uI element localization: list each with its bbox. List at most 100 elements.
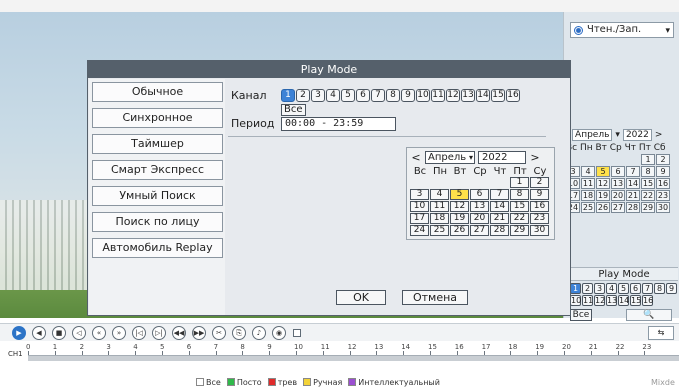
side-calendar-day-6[interactable]: 6 [611,166,625,177]
prev-icon[interactable]: ◀ [32,326,46,340]
side-channel-3[interactable]: 3 [594,283,605,294]
side-calendar-day-13[interactable]: 13 [611,178,625,189]
calendar-day-4[interactable]: 4 [430,189,449,200]
channel-6-button[interactable]: 6 [356,89,370,102]
period-input[interactable]: 00:00 - 23:59 [281,117,396,131]
calendar-day-18[interactable]: 18 [430,213,449,224]
calendar-day-25[interactable]: 25 [430,225,449,236]
side-calendar-year[interactable]: 2022 [622,129,652,141]
chevron-down-icon[interactable]: ▾ [665,24,670,38]
slow-icon[interactable]: « [92,326,106,340]
calendar-day-15[interactable]: 15 [510,201,529,212]
calendar-day-24[interactable]: 24 [410,225,429,236]
stop-icon[interactable]: ■ [52,326,66,340]
side-calendar-day-28[interactable]: 28 [626,202,640,213]
side-calendar-month[interactable]: Апрель [572,129,613,141]
calendar-day-7[interactable]: 7 [490,189,509,200]
channel-4-button[interactable]: 4 [326,89,340,102]
calendar-year-input[interactable]: 2022 [478,151,526,164]
side-calendar-day-22[interactable]: 22 [641,190,655,201]
mode-timeshare[interactable]: Таймшер [92,134,223,154]
calendar-day-2[interactable]: 2 [530,177,549,188]
calendar-day-27[interactable]: 27 [470,225,489,236]
calendar-day-5[interactable]: 5 [450,189,469,200]
side-channel-14[interactable]: 14 [618,295,629,306]
snapshot-icon[interactable]: ◉ [272,326,286,340]
side-channel-5[interactable]: 5 [618,283,629,294]
side-all-channels-button[interactable]: Все [570,309,592,321]
side-calendar-day-18[interactable]: 18 [581,190,595,201]
side-channel-10[interactable]: 10 [570,295,581,306]
skip-forward-icon[interactable]: ▶▶ [192,326,206,340]
side-calendar-day-27[interactable]: 27 [611,202,625,213]
calendar-prev-button[interactable]: < [410,151,422,164]
side-calendar-day-4[interactable]: 4 [581,166,595,177]
side-channel-13[interactable]: 13 [606,295,617,306]
calendar-day-14[interactable]: 14 [490,201,509,212]
side-search-button[interactable]: 🔍 [626,309,672,321]
calendar-day-1[interactable]: 1 [510,177,529,188]
calendar-day-10[interactable]: 10 [410,201,429,212]
channel-15-button[interactable]: 15 [491,89,505,102]
calendar-next-icon[interactable]: > [655,130,663,140]
timeline-track[interactable] [28,355,679,361]
channel-13-button[interactable]: 13 [461,89,475,102]
mode-smart-search[interactable]: Умный Поиск [92,186,223,206]
side-calendar-day-14[interactable]: 14 [626,178,640,189]
audio-icon[interactable]: ♪ [252,326,266,340]
side-channel-6[interactable]: 6 [630,283,641,294]
timeline[interactable]: CH1 0 1 2 3 4 5 6 7 8 9 10 11 12 13 14 15 16 17 18 19 20 21 22… [0,342,679,368]
mode-normal[interactable]: Обычное [92,82,223,102]
calendar-next-button[interactable]: > [529,151,541,164]
calendar-day-26[interactable]: 26 [450,225,469,236]
toolbar-switch-button[interactable]: ⇆ [648,326,674,340]
side-calendar-day-11[interactable]: 11 [581,178,595,189]
side-calendar-day-2[interactable]: 2 [656,154,670,165]
side-calendar-day-7[interactable]: 7 [626,166,640,177]
calendar-day-23[interactable]: 23 [530,213,549,224]
side-channel-7[interactable]: 7 [642,283,653,294]
side-calendar-day-16[interactable]: 16 [656,178,670,189]
side-calendar-day-21[interactable]: 21 [626,190,640,201]
channel-1-button[interactable]: 1 [281,89,295,102]
backup-icon[interactable]: ⎘ [232,326,246,340]
channel-3-button[interactable]: 3 [311,89,325,102]
calendar-day-30[interactable]: 30 [530,225,549,236]
reverse-icon[interactable]: ◁ [72,326,86,340]
chevron-down-icon[interactable]: ▾ [615,130,620,140]
side-channel-12[interactable]: 12 [594,295,605,306]
mode-smart-express[interactable]: Смарт Экспресс [92,160,223,180]
record-type-select[interactable]: Чтен./Зап. ▾ [570,22,674,38]
calendar-day-29[interactable]: 29 [510,225,529,236]
calendar-day-11[interactable]: 11 [430,201,449,212]
side-calendar-day-12[interactable]: 12 [596,178,610,189]
channel-12-button[interactable]: 12 [446,89,460,102]
channel-10-button[interactable]: 10 [416,89,430,102]
calendar-day-13[interactable]: 13 [470,201,489,212]
calendar-day-12[interactable]: 12 [450,201,469,212]
side-channel-16[interactable]: 16 [642,295,653,306]
side-calendar-day-30[interactable]: 30 [656,202,670,213]
channel-16-button[interactable]: 16 [506,89,520,102]
side-calendar-day-5[interactable]: 5 [596,166,610,177]
side-calendar-day-23[interactable]: 23 [656,190,670,201]
side-channel-9[interactable]: 9 [666,283,677,294]
calendar-day-19[interactable]: 19 [450,213,469,224]
skip-back-icon[interactable]: ◀◀ [172,326,186,340]
side-channel-1[interactable]: 1 [570,283,581,294]
side-calendar-day-29[interactable]: 29 [641,202,655,213]
channel-11-button[interactable]: 11 [431,89,445,102]
calendar-day-21[interactable]: 21 [490,213,509,224]
calendar-day-16[interactable]: 16 [530,201,549,212]
side-channel-11[interactable]: 11 [582,295,593,306]
mode-vehicle-replay[interactable]: Автомобиль Replay [92,238,223,258]
fast-icon[interactable]: » [112,326,126,340]
channel-2-button[interactable]: 2 [296,89,310,102]
calendar-day-6[interactable]: 6 [470,189,489,200]
radio-icon[interactable] [574,26,583,35]
side-calendar-day-26[interactable]: 26 [596,202,610,213]
channel-8-button[interactable]: 8 [386,89,400,102]
calendar-month-select[interactable]: Апрель ▾ [425,151,475,164]
cancel-button[interactable]: Отмена [402,290,468,305]
calendar-day-28[interactable]: 28 [490,225,509,236]
